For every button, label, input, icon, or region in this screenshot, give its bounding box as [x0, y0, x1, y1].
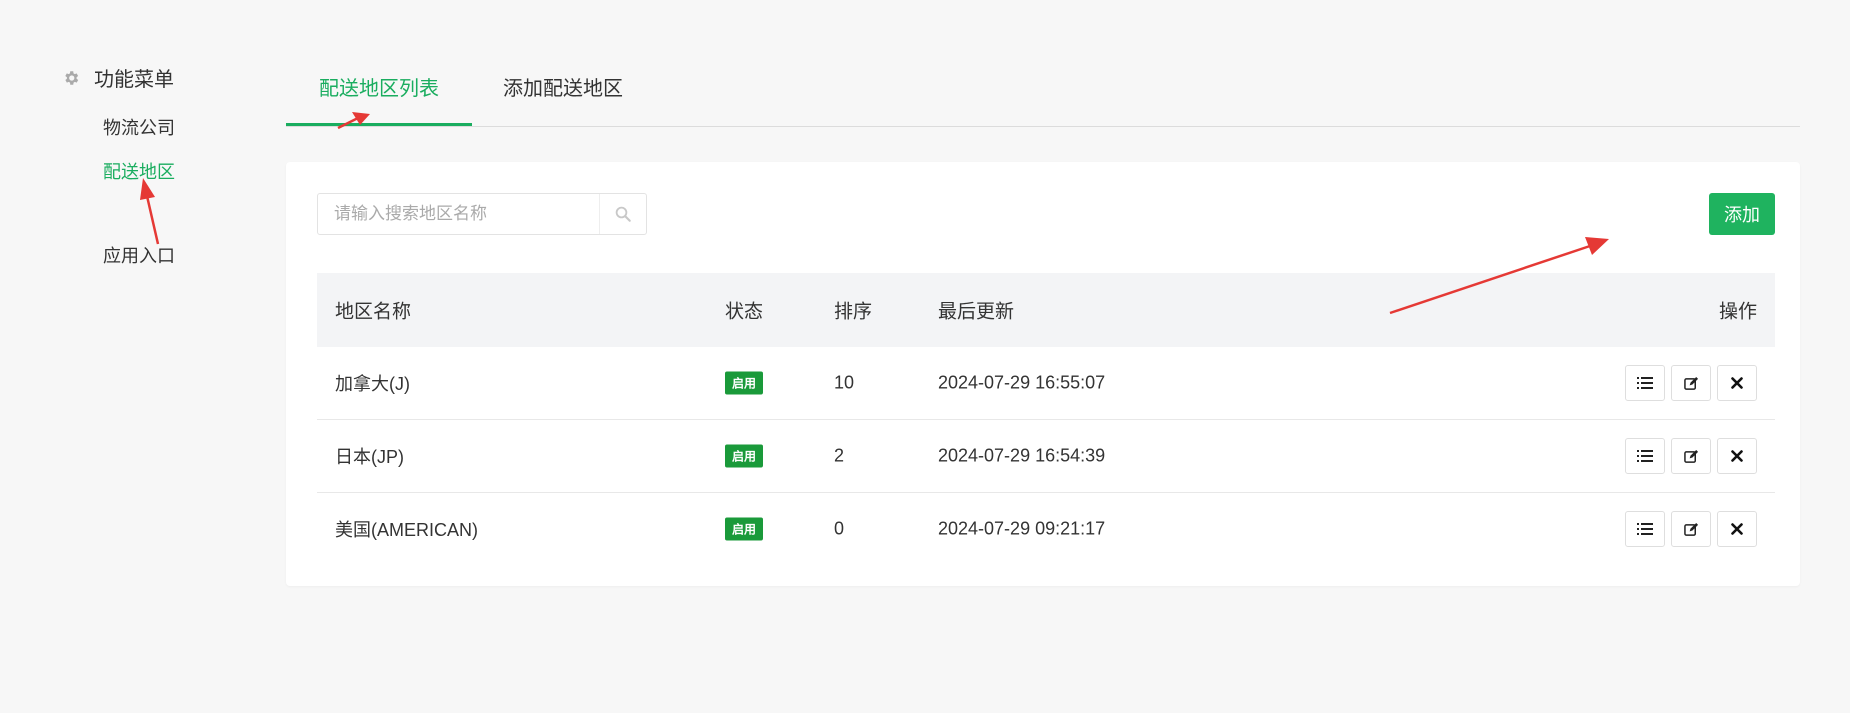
table-header: 地区名称 状态 排序 最后更新 操作: [317, 273, 1775, 347]
tab-region-list[interactable]: 配送地区列表: [286, 60, 472, 126]
sort-order: 10: [834, 372, 855, 393]
edit-button[interactable]: [1671, 365, 1711, 401]
status-badge: 启用: [725, 517, 764, 541]
sidebar-item-app-entry[interactable]: 应用入口: [103, 242, 175, 268]
sort-order: 2: [834, 445, 845, 466]
sidebar-item-delivery-region[interactable]: 配送地区: [103, 158, 175, 184]
delete-button[interactable]: [1717, 511, 1757, 547]
close-icon: [1731, 523, 1743, 535]
search-box: [317, 193, 647, 235]
header-order: 排序: [834, 301, 873, 323]
region-table: 地区名称 状态 排序 最后更新 操作 加拿大(J) 启用 10 2024-07-…: [317, 273, 1775, 565]
content-card: 添加 地区名称 状态 排序 最后更新 操作 加拿大(J) 启用 10 2024-…: [286, 162, 1800, 586]
edit-button[interactable]: [1671, 438, 1711, 474]
header-name: 地区名称: [335, 301, 412, 323]
updated-time: 2024-07-29 16:54:39: [938, 445, 1106, 466]
list-button[interactable]: [1625, 438, 1665, 474]
header-status: 状态: [725, 301, 764, 323]
sidebar: 功能菜单 物流公司 配送地区 应用入口: [0, 0, 260, 713]
menu-title: 功能菜单: [62, 63, 174, 92]
row-actions: [1625, 365, 1757, 401]
edit-icon: [1683, 376, 1698, 390]
list-icon: [1637, 377, 1653, 389]
list-button[interactable]: [1625, 511, 1665, 547]
list-icon: [1637, 523, 1653, 535]
status-badge-label: 启用: [725, 371, 764, 395]
status-badge: 启用: [725, 444, 764, 468]
table-row: 美国(AMERICAN) 启用 0 2024-07-29 09:21:17: [317, 493, 1775, 565]
tab-add-region[interactable]: 添加配送地区: [503, 72, 623, 124]
tab-bar: 配送地区列表 添加配送地区: [286, 60, 1800, 127]
menu-title-label: 功能菜单: [94, 69, 174, 91]
edit-icon: [1683, 449, 1698, 463]
row-actions: [1625, 511, 1757, 547]
region-name: 美国(AMERICAN): [335, 520, 478, 540]
header-updated: 最后更新: [938, 301, 1015, 323]
sort-order: 0: [834, 518, 845, 539]
close-icon: [1731, 450, 1743, 462]
region-name: 日本(JP): [335, 447, 404, 467]
status-badge-label: 启用: [725, 517, 764, 541]
sidebar-item-logistics[interactable]: 物流公司: [103, 114, 175, 140]
close-icon: [1731, 377, 1743, 389]
list-button[interactable]: [1625, 365, 1665, 401]
delete-button[interactable]: [1717, 365, 1757, 401]
table-row: 日本(JP) 启用 2 2024-07-29 16:54:39: [317, 420, 1775, 493]
region-name: 加拿大(J): [335, 374, 410, 394]
gear-icon: [62, 69, 80, 87]
table-row: 加拿大(J) 启用 10 2024-07-29 16:55:07: [317, 347, 1775, 420]
add-button[interactable]: 添加: [1709, 193, 1775, 235]
edit-icon: [1683, 522, 1698, 536]
search-input[interactable]: [318, 194, 598, 234]
list-icon: [1637, 450, 1653, 462]
status-badge: 启用: [725, 371, 764, 395]
header-ops: 操作: [1718, 301, 1757, 323]
edit-button[interactable]: [1671, 511, 1711, 547]
search-icon[interactable]: [599, 194, 646, 234]
row-actions: [1625, 438, 1757, 474]
updated-time: 2024-07-29 09:21:17: [938, 518, 1106, 539]
delete-button[interactable]: [1717, 438, 1757, 474]
status-badge-label: 启用: [725, 444, 764, 468]
updated-time: 2024-07-29 16:55:07: [938, 372, 1106, 393]
